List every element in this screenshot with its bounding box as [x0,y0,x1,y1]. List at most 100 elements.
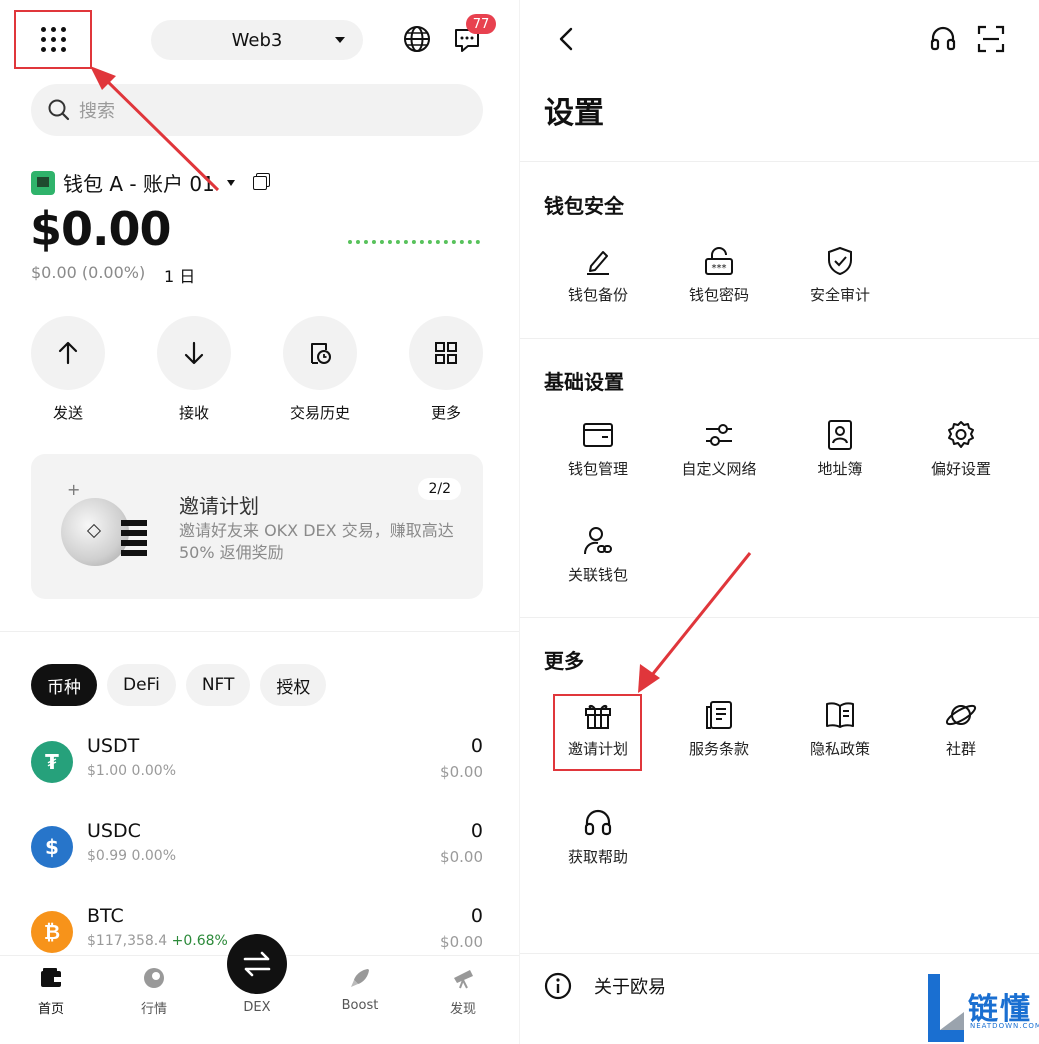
watermark-logo: 链懂 NEATDOWN.COM [926,972,1039,1044]
nav-market-label: 行情 [140,1002,167,1017]
tab-defi[interactable]: DeFi [107,664,176,706]
promo-description: 邀请好友来 OKX DEX 交易，赚取高达 50% 返佣奖励 [179,521,454,562]
scan-icon[interactable] [976,24,1006,54]
more-label: 更多 [430,404,461,422]
wallet-icon [41,968,61,987]
item-custom-network[interactable]: 自定义网络 [664,418,774,479]
nav-market[interactable]: 行情 [124,966,184,1017]
market-icon [144,968,164,988]
item-security-audit[interactable]: 安全审计 [785,244,895,305]
usdt-icon: ₮ [31,741,73,783]
grid-dots-icon [40,27,66,52]
btc-icon: ₿ [31,911,73,953]
item-community[interactable]: 社群 [906,698,1016,759]
arrow-up-icon [58,341,78,365]
network-selector[interactable]: Web3 [151,20,363,60]
token-row-usdt[interactable]: ₮ USDT $1.00 0.00% 0 $0.00 [31,735,483,795]
token-fiat: $0.00 [440,763,483,781]
search-icon [48,99,70,121]
token-fiat: $0.00 [440,933,483,951]
section-title-basic: 基础设置 [544,370,624,394]
tab-approvals[interactable]: 授权 [260,664,327,706]
user-link-icon [584,527,612,555]
nav-discover[interactable]: 发现 [433,966,493,1017]
history-label: 交易历史 [289,404,350,422]
caret-down-icon [226,179,235,186]
balance-sparkline [348,240,480,244]
globe-icon[interactable] [403,25,431,53]
book-icon [826,702,854,728]
section-title-more: 更多 [544,649,584,673]
token-price: $117,358.4 +0.68% [87,933,228,949]
divider [520,617,1039,618]
divider [520,338,1039,339]
item-terms-of-service[interactable]: 服务条款 [664,698,774,759]
item-get-help[interactable]: 获取帮助 [543,806,653,867]
settings-panel: 设置 钱包安全 钱包备份 *** 钱包密码 安全审计 基础设置 钱包管理 自定义… [520,0,1039,1044]
telescope-icon [454,970,473,989]
item-address-book[interactable]: 地址簿 [785,418,895,479]
nav-dex-label: DEX [243,1000,271,1015]
headset-icon [584,809,612,836]
document-icon [706,701,732,729]
apps-menu-button[interactable] [14,10,92,69]
logo-mark-icon [928,974,964,1042]
send-button[interactable]: 发送 [31,316,105,423]
dex-swap-button[interactable] [227,934,287,994]
nav-home-label: 首页 [37,1002,64,1017]
token-amount: 0 [470,820,483,842]
history-icon [311,343,331,364]
promo-page-indicator: 2/2 [418,478,461,500]
sliders-icon [706,424,732,446]
shield-check-icon [828,246,852,276]
watermark-subtext: NEATDOWN.COM [970,1022,1039,1030]
about-label: 关于欧易 [594,977,666,998]
arrow-down-icon [184,341,204,365]
promo-card[interactable]: + 邀请计划 邀请好友来 OKX DEX 交易，赚取高达 50% 返佣奖励 2/… [31,454,483,599]
send-label: 发送 [52,404,83,422]
item-privacy-policy[interactable]: 隐私政策 [785,698,895,759]
headset-icon[interactable] [928,24,958,54]
total-balance: $0.00 [30,202,172,256]
about-okx-row[interactable]: 关于欧易 [544,972,666,1000]
token-price: $1.00 0.00% [87,763,177,779]
copy-icon[interactable] [252,175,267,190]
nav-discover-label: 发现 [449,1002,476,1017]
nav-boost[interactable]: Boost [330,966,390,1013]
account-selector[interactable]: 钱包 A - 账户 01 [31,168,267,197]
lock-icon: *** [705,247,733,275]
back-chevron-icon[interactable] [554,26,580,52]
account-name: 钱包 A - 账户 01 [63,172,215,196]
token-symbol: USDC [87,820,141,842]
tab-nft[interactable]: NFT [185,664,251,706]
asset-tabs: 币种 DeFi NFT 授权 [31,664,327,706]
history-button[interactable]: 交易历史 [283,316,357,423]
token-fiat: $0.00 [440,848,483,866]
item-wallet-management[interactable]: 钱包管理 [543,418,653,479]
token-row-usdc[interactable]: $ USDC $0.99 0.00% 0 $0.00 [31,820,483,880]
receive-button[interactable]: 接收 [157,316,231,423]
section-title-security: 钱包安全 [544,194,624,218]
item-linked-wallet[interactable]: 关联钱包 [543,524,653,585]
tab-tokens[interactable]: 币种 [31,664,97,706]
item-wallet-password[interactable]: *** 钱包密码 [664,244,774,305]
period-selector[interactable]: 1 日 [164,263,195,287]
page-title: 设置 [544,96,604,131]
nav-home[interactable]: 首页 [21,966,81,1017]
promo-illustration-bars [121,520,147,560]
nav-dex[interactable]: DEX [227,1000,287,1015]
rocket-icon [351,969,369,987]
balance-change: $0.00 (0.00%) [31,263,146,282]
token-amount: 0 [470,735,483,757]
info-icon [544,972,572,1000]
search-input[interactable]: 搜索 [31,84,483,136]
wallet-avatar [31,170,55,195]
promo-title: 邀请计划 [179,494,259,518]
wallet-home-panel: Web3 77 搜索 钱包 A - 账户 01 $0.00 $0.00 (0.0… [0,0,520,1044]
caret-down-icon [335,37,345,43]
planet-icon [945,704,977,726]
item-wallet-backup[interactable]: 钱包备份 [543,244,653,305]
more-button[interactable]: 更多 [409,316,483,423]
item-preferences[interactable]: 偏好设置 [906,418,1016,479]
token-symbol: BTC [87,905,124,927]
